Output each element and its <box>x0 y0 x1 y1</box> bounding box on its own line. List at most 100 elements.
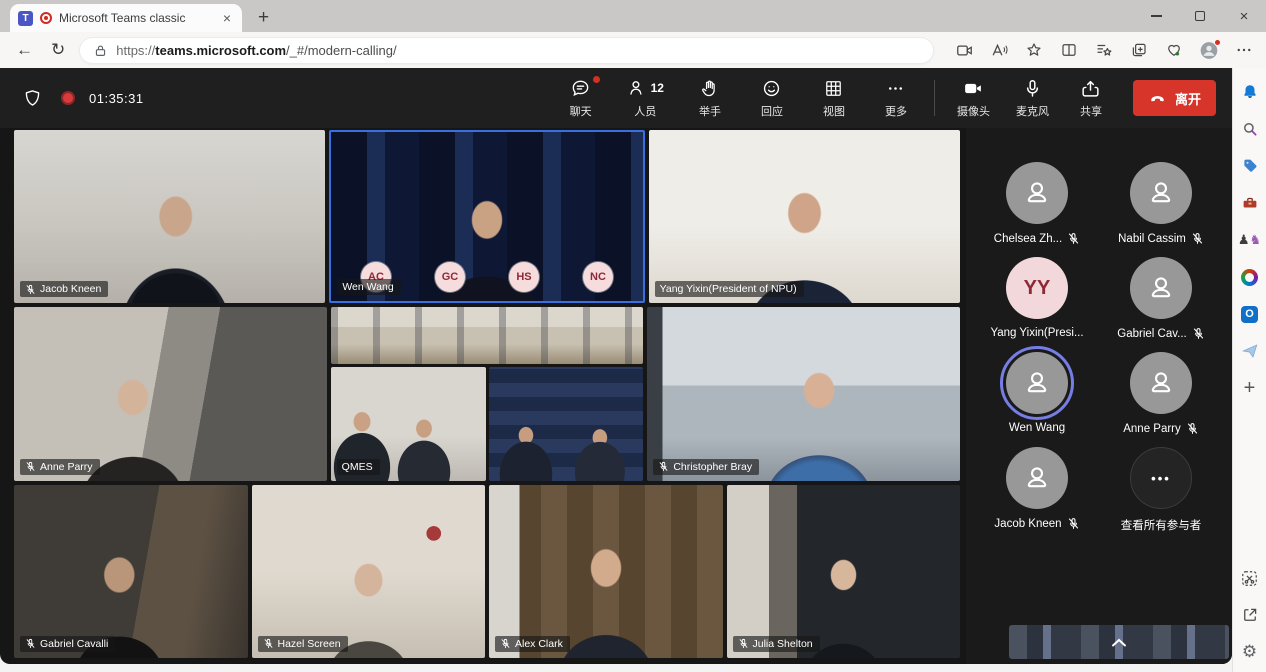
chevron-up-icon <box>1111 638 1127 647</box>
mic-muted-icon <box>263 638 274 649</box>
close-button[interactable]: × <box>1222 0 1266 32</box>
video-tile-christopher-bray[interactable]: Christopher Bray <box>647 307 960 480</box>
video-tile-yang-yixin[interactable]: Yang Yixin(President of NPU) <box>649 130 960 303</box>
tile-name: Christopher Bray <box>673 461 752 473</box>
participant-wen-wang[interactable]: Wen Wang <box>977 352 1097 435</box>
teams-favicon: T <box>18 11 33 26</box>
edge-sidebar: ♟♞ O + ⚙ <box>1232 68 1266 672</box>
window-controls: × <box>1134 0 1266 32</box>
hang-up-icon <box>1148 89 1167 108</box>
favorite-star-icon[interactable] <box>1024 40 1044 60</box>
profile-notification-dot <box>1214 39 1221 46</box>
participant-name: Gabriel Cav... <box>1117 328 1186 340</box>
leave-label: 离开 <box>1175 89 1201 108</box>
avatar <box>1130 162 1192 224</box>
drop-paper-plane-icon[interactable] <box>1240 341 1260 361</box>
share-button[interactable]: 共享 <box>1075 78 1107 119</box>
address-bar[interactable]: https://teams.microsoft.com/_#/modern-ca… <box>79 37 934 64</box>
profile-avatar[interactable] <box>1199 40 1219 60</box>
browser-window: T Microsoft Teams classic × + × ← ↻ http… <box>0 0 1266 672</box>
participant-yang-yixin[interactable]: YY Yang Yixin(Presi... <box>977 257 1097 340</box>
new-tab-button[interactable]: + <box>252 7 275 29</box>
react-button[interactable]: 回应 <box>756 78 788 119</box>
video-tile-julia-shelton[interactable]: Julia Shelton <box>727 485 961 658</box>
video-tile-gabriel-cavalli[interactable]: Gabriel Cavalli <box>14 485 248 658</box>
minimize-button[interactable] <box>1134 0 1178 32</box>
more-dots-icon <box>885 78 906 99</box>
outlook-icon[interactable]: O <box>1240 304 1260 324</box>
raise-hand-label: 举手 <box>699 103 721 119</box>
games-icon[interactable]: ♟♞ <box>1240 230 1260 250</box>
url-path: /_#/modern-calling/ <box>286 43 397 58</box>
raise-hand-button[interactable]: 举手 <box>694 78 726 119</box>
refresh-button[interactable]: ↻ <box>47 40 69 60</box>
microphone-button[interactable]: 麦克风 <box>1016 78 1049 119</box>
add-sidebar-item-icon[interactable]: + <box>1240 378 1260 398</box>
video-tile-jacob-kneen[interactable]: Jacob Kneen <box>14 130 325 303</box>
tab-title: Microsoft Teams classic <box>59 11 213 25</box>
open-in-browser-icon[interactable] <box>1240 605 1260 625</box>
notifications-bell-icon[interactable] <box>1240 82 1260 102</box>
settings-menu-icon[interactable] <box>1234 40 1254 60</box>
video-tile-panorama-room[interactable] <box>331 307 644 364</box>
settings-gear-icon[interactable]: ⚙ <box>1240 642 1260 662</box>
shield-icon[interactable] <box>22 88 43 109</box>
toolbar-divider <box>934 80 935 116</box>
search-icon[interactable] <box>1240 119 1260 139</box>
tab-media-icon[interactable] <box>954 40 974 60</box>
participant-name: Yang Yixin(Presi... <box>990 327 1083 339</box>
more-button[interactable]: 更多 <box>880 78 912 119</box>
read-aloud-icon[interactable] <box>989 40 1009 60</box>
tools-toolbox-icon[interactable] <box>1240 193 1260 213</box>
tab-close-icon[interactable]: × <box>220 10 234 26</box>
people-button[interactable]: 12 人员 <box>627 78 664 119</box>
shopping-tag-icon[interactable] <box>1240 156 1260 176</box>
browser-tab[interactable]: T Microsoft Teams classic × <box>10 4 242 32</box>
participant-name: Anne Parry <box>1123 423 1181 435</box>
video-tile-anne-parry[interactable]: Anne Parry <box>14 307 327 480</box>
url-scheme: https:// <box>116 43 155 58</box>
collections-icon[interactable] <box>1129 40 1149 60</box>
favorites-list-icon[interactable] <box>1094 40 1114 60</box>
participant-gabriel[interactable]: Gabriel Cav... <box>1101 257 1221 340</box>
split-screen-icon[interactable] <box>1059 40 1079 60</box>
browser-titlebar: T Microsoft Teams classic × + × <box>0 0 1266 32</box>
video-tile-hazel-screen[interactable]: Hazel Screen <box>252 485 486 658</box>
screenshot-snip-icon[interactable] <box>1240 568 1260 588</box>
back-button[interactable]: ← <box>12 40 37 60</box>
view-button[interactable]: 视图 <box>818 78 850 119</box>
mic-muted-icon <box>1067 232 1080 245</box>
maximize-button[interactable] <box>1178 0 1222 32</box>
meeting-stage: Jacob Kneen AC GC HS NC Wen Wang <box>0 128 1232 664</box>
tile-name: Anne Parry <box>40 461 93 473</box>
video-tile-alex-clark[interactable]: Alex Clark <box>489 485 723 658</box>
video-tile-wen-wang[interactable]: AC GC HS NC Wen Wang <box>329 130 644 303</box>
chat-button[interactable]: 聊天 <box>565 78 597 119</box>
participant-jacob[interactable]: Jacob Kneen <box>977 447 1097 533</box>
browser-navbar: ← ↻ https://teams.microsoft.com/_#/moder… <box>0 32 1266 68</box>
leave-button[interactable]: 离开 <box>1133 80 1216 116</box>
video-tile-videowall-room[interactable] <box>489 367 644 481</box>
participant-nabil[interactable]: Nabil Cassim <box>1101 162 1221 245</box>
chip-gc: GC <box>435 262 465 292</box>
microphone-label: 麦克风 <box>1016 103 1049 119</box>
avatar <box>1130 257 1192 319</box>
maximize-icon <box>1195 11 1205 21</box>
mic-muted-icon <box>25 461 36 472</box>
browser-essentials-icon[interactable] <box>1164 40 1184 60</box>
participant-anne[interactable]: Anne Parry <box>1101 352 1221 435</box>
page-background-strip <box>0 664 1232 672</box>
more-label: 更多 <box>885 103 907 119</box>
view-grid-icon <box>823 78 844 99</box>
chat-label: 聊天 <box>570 103 592 119</box>
microsoft-365-icon[interactable] <box>1240 267 1260 287</box>
video-tile-qmes-room[interactable]: QMES <box>331 367 486 481</box>
toolbar-buttons: 聊天 12 人员 举手 回应 <box>565 78 912 119</box>
camera-button[interactable]: 摄像头 <box>957 78 990 119</box>
view-all-participants[interactable]: ••• 查看所有参与者 <box>1101 447 1221 533</box>
camera-label: 摄像头 <box>957 103 990 119</box>
meeting-timer: 01:35:31 <box>89 91 144 106</box>
participant-chelsea[interactable]: Chelsea Zh... <box>977 162 1097 245</box>
self-view-thumbnail[interactable] <box>1009 625 1229 659</box>
microphone-icon <box>1022 78 1043 99</box>
